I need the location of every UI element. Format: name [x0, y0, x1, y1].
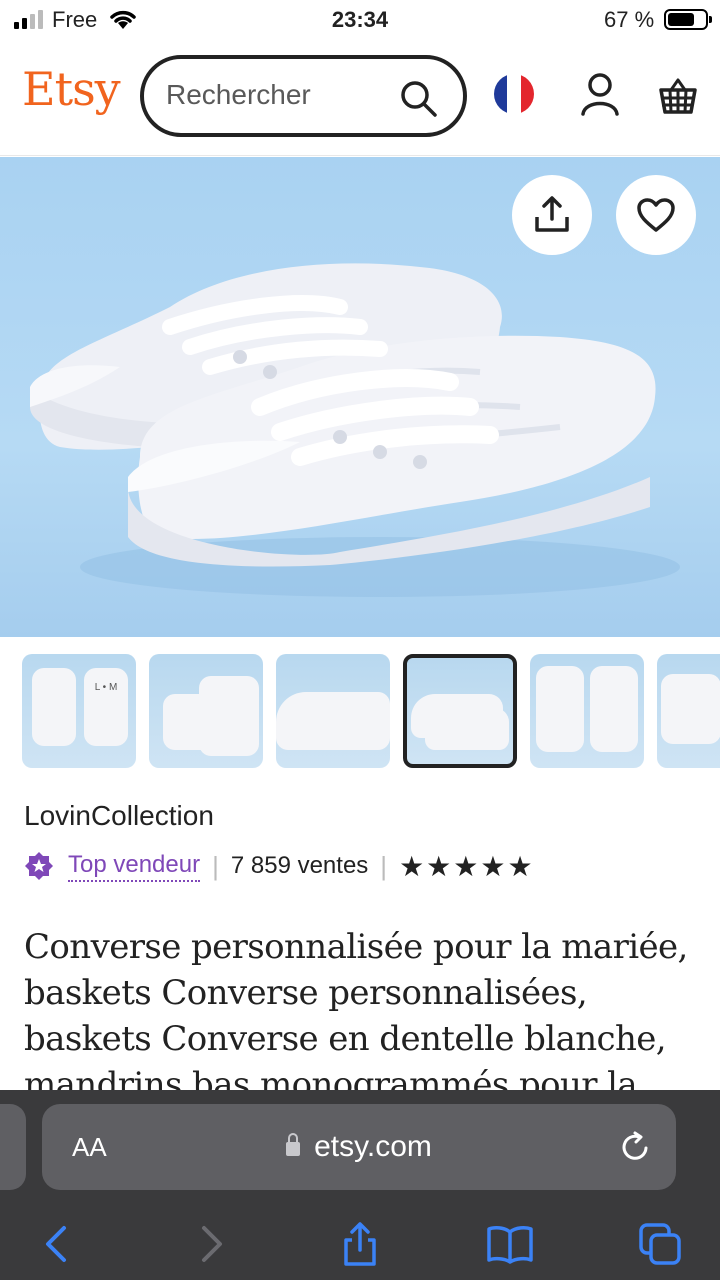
thumbnail-4-selected[interactable] — [403, 654, 517, 768]
thumbnail-6[interactable] — [657, 654, 720, 768]
top-seller-badge[interactable]: Top vendeur — [68, 850, 201, 882]
thumbnail-2[interactable] — [149, 654, 263, 768]
account-icon[interactable] — [578, 70, 622, 118]
thumbnail-engraving: L • M — [94, 682, 118, 693]
book-icon — [487, 1226, 533, 1264]
product-main-image[interactable] — [0, 157, 720, 637]
share-button[interactable] — [512, 175, 592, 255]
white-lace-sneakers-image — [30, 263, 680, 597]
tabs-icon — [639, 1223, 681, 1265]
back-button[interactable] — [26, 1214, 86, 1274]
sales-count: 7 859 ventes — [230, 852, 369, 879]
product-title: Converse personnalisée pour la mariée, b… — [24, 927, 688, 1105]
search-input[interactable] — [166, 75, 396, 115]
tabs-button[interactable] — [630, 1214, 690, 1274]
url-text: etsy.com — [314, 1130, 432, 1163]
divider: | — [212, 850, 219, 881]
thumbnail-1[interactable]: L • M — [22, 654, 136, 768]
bookmarks-button[interactable] — [480, 1214, 540, 1274]
site-header: Etsy — [0, 40, 720, 156]
search-bar[interactable] — [140, 55, 467, 137]
image-thumbnails: L • M — [22, 654, 720, 770]
favorite-button[interactable] — [616, 175, 696, 255]
battery-percentage: 67 % — [604, 7, 655, 32]
star-badge-icon — [25, 852, 53, 880]
thumbnail-5[interactable] — [530, 654, 644, 768]
cart-basket-icon[interactable] — [656, 74, 700, 118]
thumbnail-3[interactable] — [276, 654, 390, 768]
heart-icon — [637, 198, 675, 232]
divider: | — [380, 850, 388, 881]
lock-icon — [286, 1133, 301, 1156]
share-icon — [535, 196, 569, 232]
status-bar: Free 23:34 67 % — [0, 0, 720, 40]
share-page-button[interactable] — [330, 1214, 390, 1274]
france-flag-icon[interactable] — [494, 74, 534, 114]
chevron-left-icon — [46, 1226, 66, 1262]
url-display: etsy.com — [42, 1130, 676, 1164]
reload-icon[interactable] — [618, 1130, 652, 1164]
chevron-right-icon — [202, 1226, 222, 1262]
previous-tab-preview[interactable] — [0, 1104, 26, 1190]
battery-icon — [664, 9, 712, 30]
seller-info-row: Top vendeur | 7 859 ventes | ★★★★★ — [24, 848, 535, 884]
etsy-logo[interactable]: Etsy — [22, 62, 121, 116]
browser-bottom-bar: AA etsy.com — [0, 1090, 720, 1280]
search-icon[interactable] — [399, 79, 439, 119]
rating-stars[interactable]: ★★★★★ — [399, 850, 535, 883]
forward-button[interactable] — [182, 1214, 242, 1274]
shop-name-link[interactable]: LovinCollection — [24, 800, 214, 832]
address-bar[interactable]: AA etsy.com — [42, 1104, 676, 1190]
share-icon — [344, 1222, 376, 1266]
